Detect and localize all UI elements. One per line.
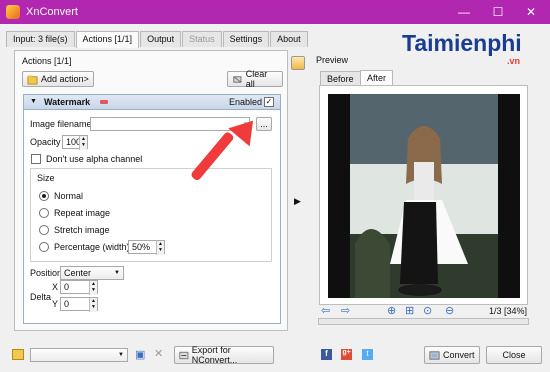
export-label: Export for NConvert... — [191, 345, 238, 365]
convert-button[interactable]: Convert — [424, 346, 480, 364]
tab-status[interactable]: Status — [182, 31, 222, 47]
title-bar: XnConvert — ☐ ✕ — [0, 0, 550, 24]
page-info: 1/3 [34%] — [489, 306, 528, 316]
alpha-channel-label: Don't use alpha channel — [46, 154, 143, 164]
delta-label: Delta — [30, 292, 52, 302]
woman-photo-illustration — [350, 94, 498, 298]
zoom-in-icon[interactable]: ⊕ — [387, 304, 396, 317]
zoom-out-icon[interactable]: ⊖ — [445, 304, 454, 317]
action-name: Watermark — [44, 97, 91, 107]
preview-image-frame — [319, 85, 528, 305]
clear-all-button[interactable]: Clear all — [227, 69, 283, 89]
image-filename-input[interactable] — [90, 117, 250, 131]
fit-to-window-icon[interactable]: ⊞ — [405, 304, 414, 317]
percentage-spinbox[interactable]: 50% ▲ ▼ — [128, 240, 165, 255]
export-icon — [179, 351, 189, 359]
radio-repeat-image[interactable] — [39, 208, 49, 218]
nav-back-icon[interactable]: ⇦ — [321, 304, 330, 317]
delta-x-label: X — [52, 282, 59, 292]
add-action-label: Add action> — [41, 74, 89, 84]
export-nconvert-button[interactable]: Export for NConvert... — [174, 345, 274, 365]
alpha-channel-checkbox[interactable] — [31, 154, 41, 164]
radio-repeat-label: Repeat image — [54, 208, 111, 218]
preview-scrollbar[interactable] — [318, 318, 529, 325]
xnconvert-app-icon — [6, 5, 20, 19]
opacity-spinbox[interactable]: 100 ▲ ▼ — [62, 135, 88, 150]
tab-input[interactable]: Input: 3 file(s) — [6, 31, 75, 47]
delta-x-value: 0 — [64, 282, 70, 292]
enabled-label: Enabled — [229, 97, 263, 107]
actions-panel-title: Actions [1/1] — [22, 56, 72, 66]
maximize-button[interactable]: ☐ — [481, 0, 515, 24]
opacity-label: Opacity — [30, 137, 61, 147]
preview-panel: Preview Before After ⇦ ⇨ ⊕ ⊞ ⊙ ⊖ 1/3 [34… — [313, 50, 537, 331]
position-value: Center — [64, 268, 92, 278]
preset-dropdown-arrow-icon: ▼ — [118, 352, 124, 358]
opacity-spin-arrows-icon[interactable]: ▲ ▼ — [79, 136, 87, 150]
taimienphi-logo: Taimienphi .vn — [402, 30, 522, 66]
add-action-button[interactable]: Add action> — [22, 71, 94, 87]
radio-percentage[interactable] — [39, 242, 49, 252]
actual-size-icon[interactable]: ⊙ — [423, 304, 432, 317]
preview-photo — [350, 94, 498, 298]
main-tabs: Input: 3 file(s) Actions [1/1] Output St… — [6, 31, 309, 48]
actions-panel: Actions [1/1] Add action> Clear all ▼ Wa… — [14, 50, 288, 331]
preset-select[interactable]: ▼ — [30, 348, 128, 362]
size-group: Size Normal Repeat image Stretch image P… — [30, 168, 272, 262]
folder-add-icon — [27, 74, 38, 85]
remove-action-icon[interactable] — [100, 100, 108, 104]
delta-y-label: Y — [52, 299, 59, 309]
delta-y-value: 0 — [64, 299, 70, 309]
convert-icon — [429, 350, 440, 360]
logo-text: Taimienphi — [402, 30, 522, 56]
minimize-button[interactable]: — — [447, 0, 481, 24]
convert-label: Convert — [443, 350, 475, 360]
window-title: XnConvert — [26, 6, 78, 18]
delta-x-spin-arrows-icon[interactable]: ▲ ▼ — [89, 281, 97, 295]
eraser-icon — [233, 75, 242, 83]
tab-settings[interactable]: Settings — [222, 31, 270, 47]
delta-y-spin-arrows-icon[interactable]: ▲ ▼ — [89, 298, 97, 312]
delta-x-spinbox[interactable]: 0 ▲ ▼ — [60, 280, 98, 295]
position-label: Position — [30, 268, 63, 278]
radio-normal-label: Normal — [54, 191, 84, 201]
expand-preview-arrow-icon[interactable]: ▶ — [294, 196, 301, 207]
watermark-action-header[interactable]: ▼ Watermark Enabled ✓ — [24, 95, 280, 110]
size-group-label: Size — [37, 173, 55, 183]
position-select[interactable]: Center ▼ — [60, 266, 124, 280]
collapse-triangle-icon[interactable]: ▼ — [30, 98, 37, 105]
enabled-checkbox[interactable]: ✓ — [264, 97, 274, 107]
preview-label: Preview — [316, 55, 349, 65]
preview-tab-before[interactable]: Before — [320, 71, 361, 86]
preview-tab-after[interactable]: After — [360, 70, 394, 86]
delete-preset-icon[interactable]: ✕ — [154, 347, 163, 360]
radio-stretch-image[interactable] — [39, 225, 49, 235]
tab-about[interactable]: About — [270, 31, 308, 47]
close-button[interactable]: Close — [486, 346, 542, 364]
preview-refresh-icon[interactable] — [291, 56, 305, 70]
radio-percentage-label: Percentage (width) — [54, 242, 130, 252]
close-window-button[interactable]: ✕ — [514, 0, 548, 24]
radio-normal[interactable] — [39, 191, 49, 201]
open-preset-folder-icon[interactable] — [12, 349, 24, 360]
tab-output[interactable]: Output — [140, 31, 182, 47]
image-filename-label: Image filename — [30, 119, 92, 129]
position-dropdown-arrow-icon: ▼ — [114, 270, 120, 276]
bottom-toolbar: ▼ ▣ ✕ Export for NConvert... f g+ t Conv… — [0, 342, 550, 372]
tab-actions[interactable]: Actions [1/1] — [75, 31, 140, 48]
twitter-icon[interactable]: t — [362, 349, 373, 360]
facebook-icon[interactable]: f — [321, 349, 332, 360]
google-plus-icon[interactable]: g+ — [341, 349, 352, 360]
save-preset-icon[interactable]: ▣ — [135, 348, 145, 361]
radio-stretch-label: Stretch image — [54, 225, 110, 235]
delta-y-spinbox[interactable]: 0 ▲ ▼ — [60, 297, 98, 312]
percentage-spin-arrows-icon[interactable]: ▲ ▼ — [156, 241, 164, 255]
clear-all-label: Clear all — [245, 69, 268, 89]
percentage-value: 50% — [132, 242, 151, 252]
logo-suffix: .vn — [507, 56, 521, 66]
nav-forward-icon[interactable]: ⇨ — [341, 304, 350, 317]
